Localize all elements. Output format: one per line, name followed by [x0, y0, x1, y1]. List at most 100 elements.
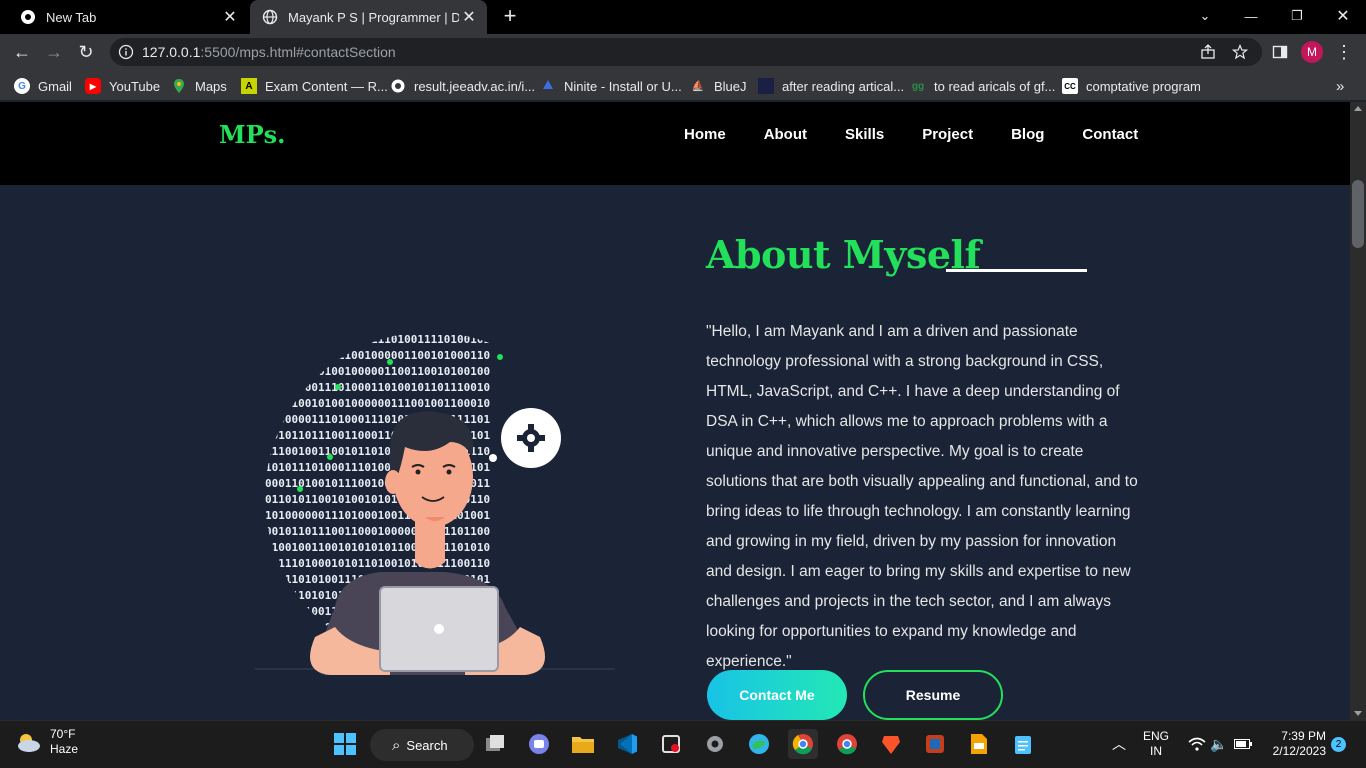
- taskbar: 70°F Haze ⌕ Search ︿ ENG IN 🔈 7:39 PM 2/12/…: [0, 720, 1366, 768]
- bookmark-youtube[interactable]: ▶ YouTube: [85, 76, 160, 96]
- new-tab-button[interactable]: +: [499, 5, 521, 27]
- share-icon[interactable]: [1200, 44, 1216, 60]
- ninite-icon: [540, 78, 556, 94]
- scroll-down-arrow[interactable]: [1354, 711, 1362, 716]
- reload-button[interactable]: ↻: [74, 40, 98, 64]
- nav-home[interactable]: Home: [684, 126, 726, 143]
- back-button[interactable]: ←: [10, 40, 34, 64]
- tab-title: Mayank P S | Programmer | Deve: [288, 9, 459, 25]
- google-slides-icon[interactable]: [964, 729, 994, 759]
- search-icon: ⌕: [392, 736, 401, 754]
- app-icon[interactable]: [920, 729, 950, 759]
- svg-text:001011011100110001000001101110: 0010110111001100010000011011101100: [265, 525, 490, 538]
- svg-text:110010011001010101011001100110: 1100100110010101010110011001101010: [265, 541, 490, 554]
- nav-links: Home About Skills Project Blog Contact: [684, 126, 1176, 143]
- contact-me-button[interactable]: Contact Me: [707, 670, 847, 720]
- window-close-button[interactable]: ✕: [1320, 0, 1366, 32]
- bookmark-result[interactable]: result.jeeadv.ac.in/i...: [390, 76, 535, 96]
- site-logo[interactable]: MPs.: [219, 120, 285, 149]
- programmer-illustration: 0111000011100110100111010010101110 11010…: [255, 317, 615, 675]
- address-bar[interactable]: 127.0.0.1:5500/mps.html#contactSection: [110, 38, 1262, 66]
- bookmark-maps[interactable]: Maps: [171, 76, 227, 96]
- restore-button[interactable]: ❐: [1274, 0, 1320, 32]
- weather-widget[interactable]: 70°F Haze: [14, 727, 78, 757]
- svg-text:011100110011100100000110010100: 0111001100111001000001100101000110: [265, 349, 490, 362]
- page-icon: [758, 78, 774, 94]
- nav-blog[interactable]: Blog: [1011, 126, 1044, 143]
- bookmark-ninite[interactable]: Ninite - Install or U...: [540, 76, 682, 96]
- clock[interactable]: 7:39 PM 2/12/2023: [1266, 729, 1326, 759]
- chevron-right-icon[interactable]: »: [1336, 76, 1344, 96]
- svg-text:100110010100100000110011001010: 1001100101001000001100110010100100: [265, 365, 490, 378]
- youtube-icon: ▶: [85, 78, 101, 94]
- weather-temp: 70°F: [50, 727, 76, 741]
- chevron-down-icon[interactable]: ⌄: [1182, 0, 1228, 32]
- tab-title: New Tab: [46, 9, 97, 25]
- close-icon[interactable]: ✕: [220, 7, 240, 27]
- bluej-icon: ⛵: [691, 80, 705, 92]
- taskbar-search[interactable]: ⌕ Search: [370, 729, 474, 761]
- tab-new-tab[interactable]: New Tab ✕: [8, 0, 248, 34]
- google-icon: G: [14, 78, 30, 94]
- chrome-profile-icon[interactable]: [832, 729, 862, 759]
- info-icon[interactable]: [118, 44, 134, 60]
- site-navbar: MPs. Home About Skills Project Blog Cont…: [0, 102, 1350, 185]
- browser-toolbar: ← → ↻ 127.0.0.1:5500/mps.html#contactSec…: [0, 34, 1366, 70]
- close-icon[interactable]: ✕: [459, 7, 479, 27]
- nav-project[interactable]: Project: [922, 126, 973, 143]
- weather-icon: [18, 734, 40, 752]
- battery-icon[interactable]: [1228, 729, 1258, 759]
- svg-text:011100001110011010011101001010: 0111000011100110100111010010101110: [265, 317, 490, 330]
- cc-icon: CC: [1062, 78, 1078, 94]
- nav-skills[interactable]: Skills: [845, 126, 884, 143]
- bookmark-gfg[interactable]: gg to read aricals of gf...: [910, 76, 1056, 96]
- globe-icon: [262, 9, 278, 25]
- url-text: 127.0.0.1:5500/mps.html#contactSection: [142, 44, 396, 60]
- minimize-button[interactable]: —: [1228, 0, 1274, 32]
- gfg-icon: gg: [911, 80, 925, 92]
- nav-contact[interactable]: Contact: [1082, 126, 1138, 143]
- svg-text:110100011001010111101001111010: 1101000110010101111010011110100101: [265, 333, 491, 346]
- task-view-icon[interactable]: [480, 729, 510, 759]
- side-panel-icon[interactable]: [1268, 40, 1292, 64]
- edge-icon[interactable]: [744, 729, 774, 759]
- vscode-icon[interactable]: [612, 729, 642, 759]
- scroll-up-arrow[interactable]: [1354, 106, 1362, 111]
- avatar[interactable]: M: [1301, 41, 1323, 63]
- star-icon[interactable]: [1231, 43, 1249, 60]
- chevron-up-icon[interactable]: ︿: [1104, 729, 1134, 759]
- title-underline: [946, 269, 1087, 272]
- forward-button[interactable]: →: [42, 40, 66, 64]
- notification-badge[interactable]: 2: [1331, 737, 1346, 752]
- brave-icon[interactable]: [876, 729, 906, 759]
- chrome-taskbar-icon[interactable]: [788, 729, 818, 759]
- about-paragraph: "Hello, I am Mayank and I am a driven an…: [706, 323, 1138, 670]
- settings-gear-icon[interactable]: [700, 729, 730, 759]
- notepad-icon[interactable]: [1008, 729, 1038, 759]
- bookmark-artical[interactable]: after reading artical...: [758, 76, 904, 96]
- resume-button[interactable]: Resume: [863, 670, 1003, 720]
- tab-mayank[interactable]: Mayank P S | Programmer | Deve ✕: [250, 0, 487, 34]
- menu-icon[interactable]: ⋮: [1332, 40, 1356, 64]
- teams-chat-icon[interactable]: [524, 729, 554, 759]
- page-viewport: MPs. Home About Skills Project Blog Cont…: [0, 102, 1350, 720]
- maps-icon: [171, 78, 187, 94]
- language-indicator[interactable]: ENG IN: [1143, 729, 1169, 759]
- snipping-tool-icon[interactable]: [656, 729, 686, 759]
- weather-condition: Haze: [50, 742, 79, 756]
- bookmark-gmail[interactable]: G Gmail: [14, 76, 72, 96]
- nav-about[interactable]: About: [764, 126, 807, 143]
- exam-icon: A: [241, 78, 257, 94]
- tab-strip: New Tab ✕ Mayank P S | Programmer | Deve…: [0, 0, 1366, 34]
- svg-text:010110010100100000011100100110: 0101100101001000000111001001100010: [265, 397, 490, 410]
- file-explorer-icon[interactable]: [568, 729, 598, 759]
- page-scrollbar[interactable]: [1350, 102, 1366, 720]
- bookmarks-bar: G Gmail ▶ YouTube Maps A Exam Content — R..…: [0, 70, 1366, 101]
- scroll-thumb[interactable]: [1352, 180, 1364, 248]
- bookmark-cc[interactable]: CC comptative program: [1062, 76, 1201, 96]
- windows-start-icon[interactable]: [330, 729, 360, 759]
- bookmark-exam[interactable]: A Exam Content — R...: [241, 76, 388, 96]
- svg-text:101110100010101101001010101110: 1011101000101011010010101011100110: [265, 557, 490, 570]
- about-title: About Myself: [706, 232, 981, 277]
- bookmark-bluej[interactable]: ⛵ BlueJ: [690, 76, 747, 96]
